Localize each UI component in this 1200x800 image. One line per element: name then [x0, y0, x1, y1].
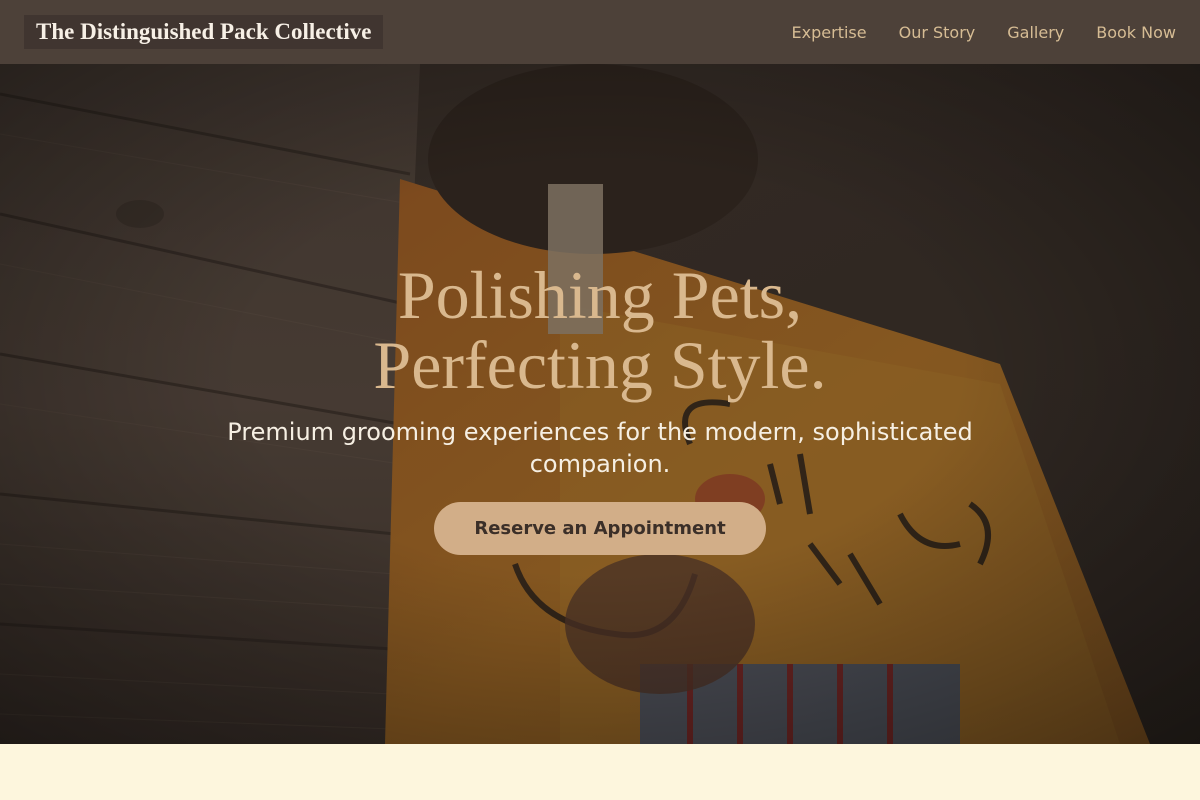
main-nav: Expertise Our Story Gallery Book Now: [792, 23, 1176, 42]
hero-title-line1: Polishing Pets,: [397, 256, 803, 333]
hero-section: Polishing Pets, Perfecting Style. Premiu…: [0, 64, 1200, 744]
hero-subtitle: Premium grooming experiences for the mod…: [227, 417, 973, 478]
hero-title: Polishing Pets, Perfecting Style.: [373, 260, 826, 400]
brand-logo[interactable]: The Distinguished Pack Collective: [24, 15, 384, 49]
nav-link-our-story[interactable]: Our Story: [899, 23, 976, 42]
hero-content: Polishing Pets, Perfecting Style. Premiu…: [0, 64, 1200, 744]
next-section-strip: [0, 744, 1200, 800]
top-navbar: The Distinguished Pack Collective Expert…: [0, 0, 1200, 64]
reserve-appointment-button[interactable]: Reserve an Appointment: [434, 501, 766, 555]
hero-title-line2: Perfecting Style.: [373, 326, 827, 403]
nav-link-book-now[interactable]: Book Now: [1096, 23, 1176, 42]
nav-link-expertise[interactable]: Expertise: [792, 23, 867, 42]
nav-link-gallery[interactable]: Gallery: [1007, 23, 1064, 42]
